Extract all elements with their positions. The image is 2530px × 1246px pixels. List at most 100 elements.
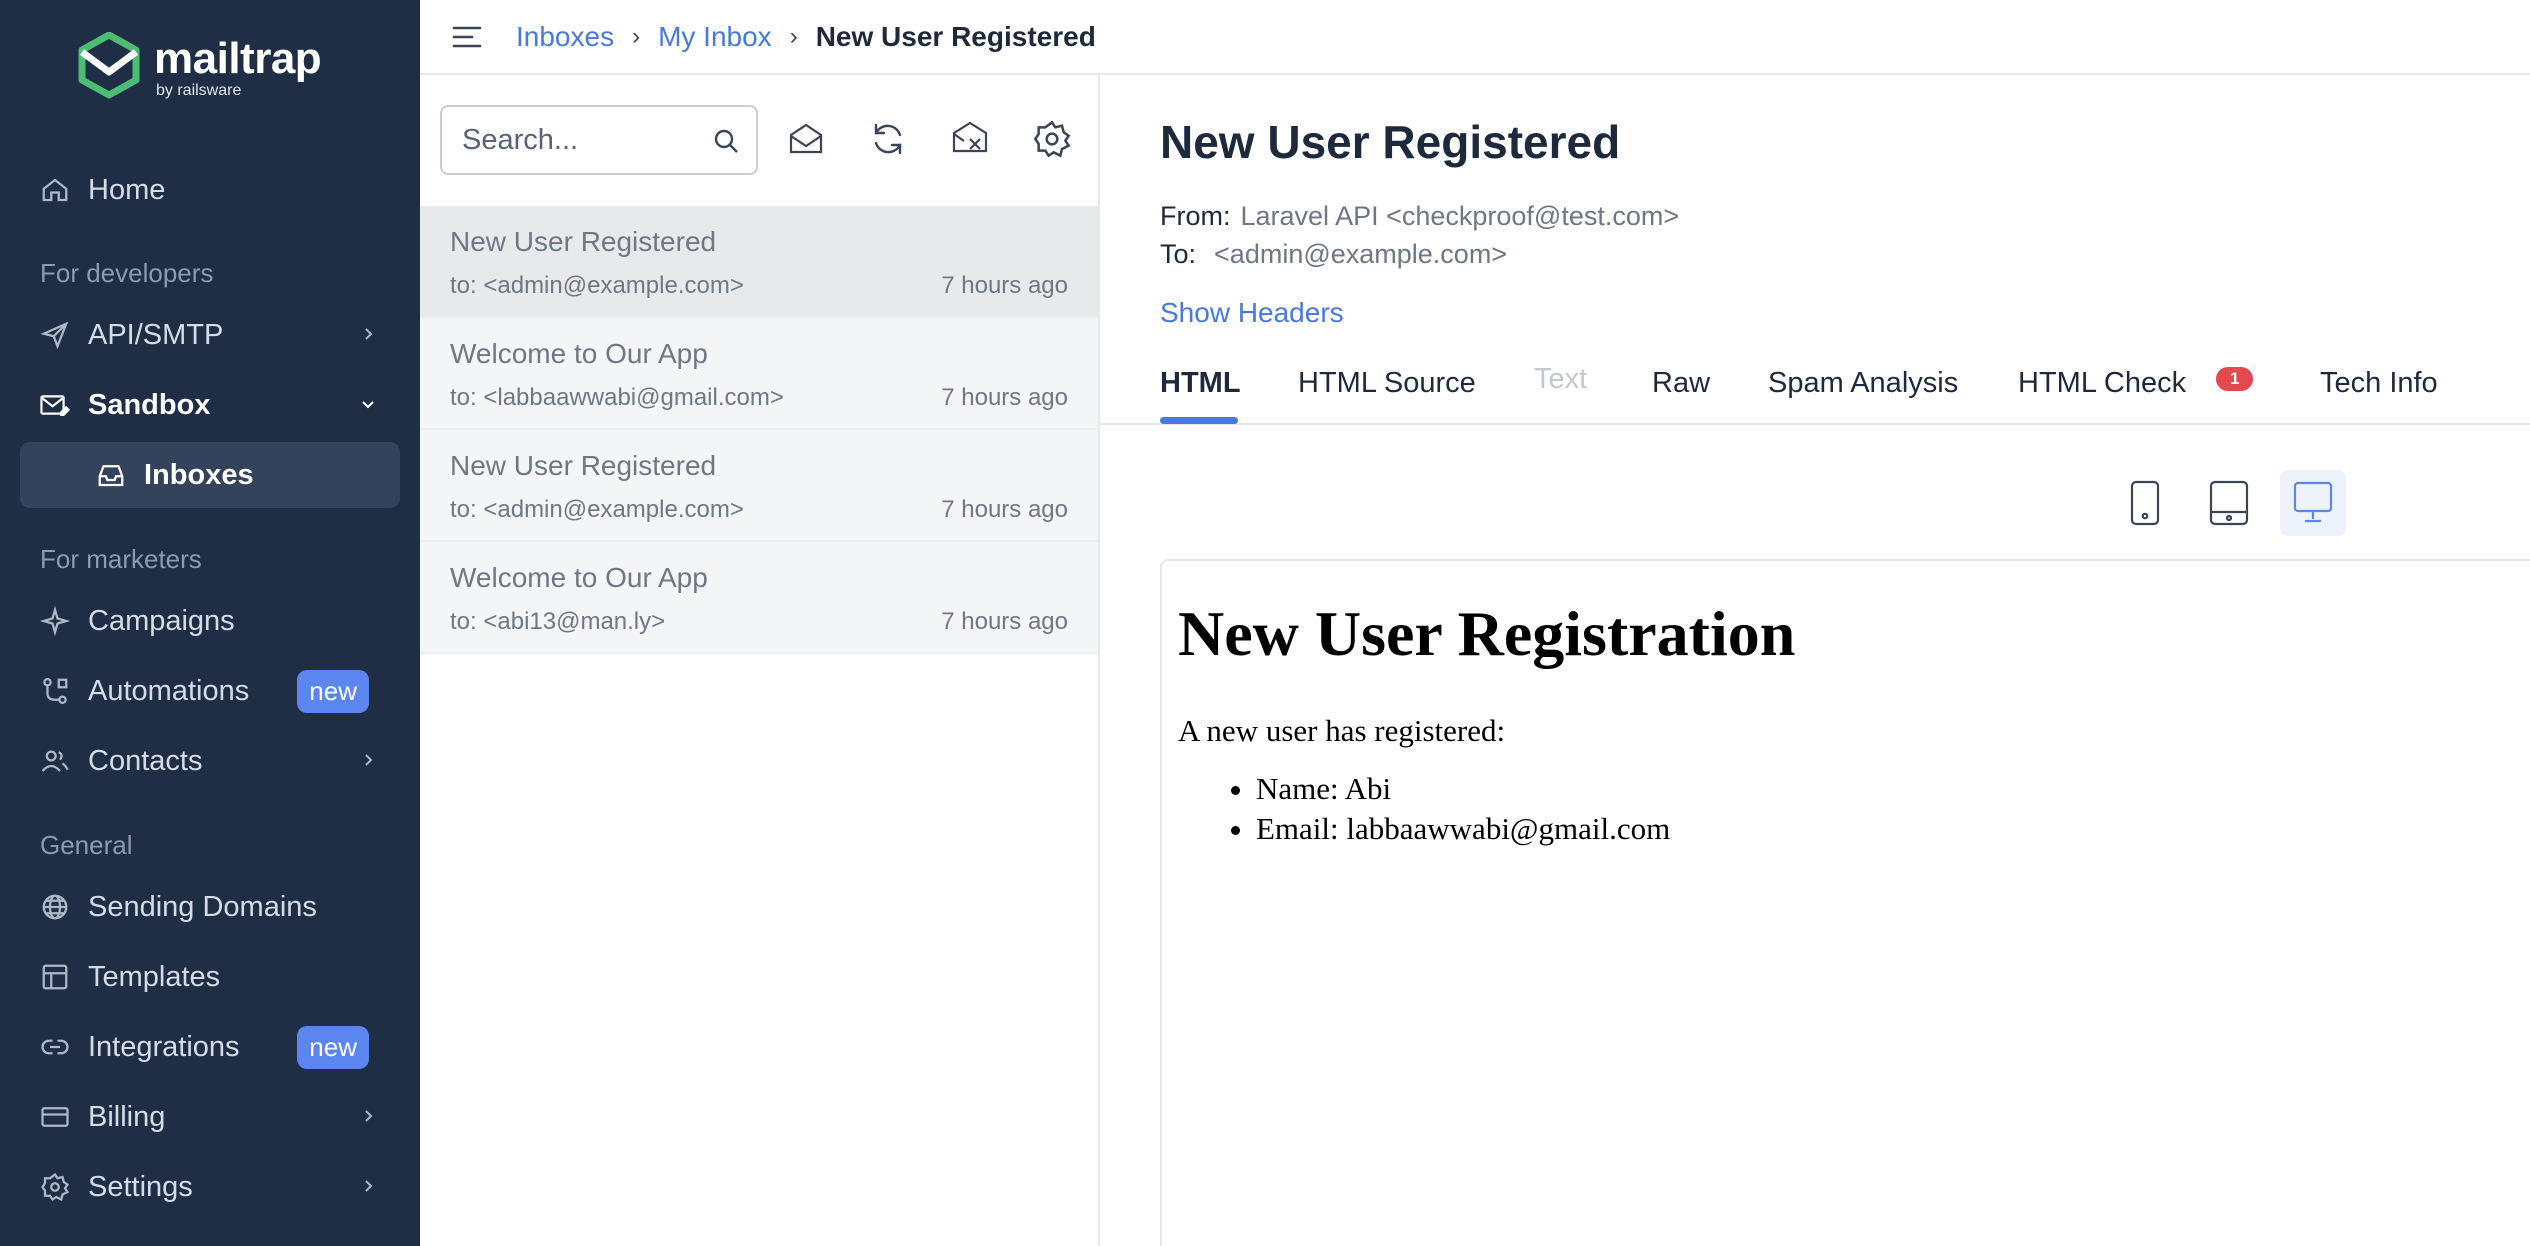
home-icon	[38, 173, 72, 207]
chevron-right-icon	[365, 754, 373, 766]
breadcrumb: Inboxes › My Inbox › New User Registered	[516, 21, 1096, 53]
inbox-icon	[94, 458, 128, 492]
mailtrap-logo-icon	[78, 32, 140, 99]
nav-automations[interactable]: Automations new	[20, 658, 400, 724]
to-label: To:	[1160, 239, 1197, 269]
nav-campaigns[interactable]: Campaigns	[20, 588, 400, 654]
automation-flow-icon	[38, 674, 72, 708]
breadcrumb-separator: ›	[789, 22, 798, 50]
contacts-icon	[38, 744, 72, 778]
chevron-right-icon	[365, 328, 373, 340]
message-subject: New User Registered	[450, 226, 717, 257]
tab-tech-info[interactable]: Tech Info	[2320, 367, 2438, 400]
desktop-preview-button[interactable]	[2280, 470, 2346, 536]
active-tab-indicator	[1160, 417, 1238, 424]
message-item[interactable]: New User Registered to: <admin@example.c…	[420, 430, 1098, 542]
message-recipient: to: <admin@example.com>	[450, 496, 744, 523]
globe-icon	[38, 890, 72, 924]
tab-raw[interactable]: Raw	[1652, 367, 1710, 400]
breadcrumb-current: New User Registered	[815, 20, 1096, 52]
tab-text: Text	[1534, 363, 1588, 395]
tab-spam-analysis[interactable]: Spam Analysis	[1768, 367, 1958, 400]
search-box[interactable]	[440, 105, 758, 175]
message-time: 7 hours ago	[941, 384, 1068, 411]
to-row: To: <admin@example.com>	[1160, 239, 1507, 270]
message-item[interactable]: Welcome to Our App to: <labbaawwabi@gmai…	[420, 318, 1098, 430]
message-title: New User Registered	[1160, 116, 1621, 168]
nav-home[interactable]: Home	[20, 157, 400, 223]
nav-integrations[interactable]: Integrations new	[20, 1014, 400, 1080]
section-for-marketers: For marketers	[40, 544, 202, 574]
breadcrumb-my-inbox[interactable]: My Inbox	[658, 21, 772, 53]
to-value: <admin@example.com>	[1214, 239, 1508, 269]
new-badge: new	[297, 670, 369, 713]
new-badge: new	[297, 1026, 369, 1069]
sparkle-icon	[38, 604, 72, 638]
nav-inboxes[interactable]: Inboxes	[20, 442, 400, 508]
chevron-down-icon	[362, 401, 374, 409]
message-subject: New User Registered	[450, 450, 717, 481]
nav-billing[interactable]: Billing	[20, 1084, 400, 1150]
tablet-icon	[2209, 480, 2249, 526]
message-time: 7 hours ago	[941, 272, 1068, 299]
send-icon	[38, 318, 72, 352]
clear-inbox-icon[interactable]	[950, 119, 990, 159]
from-value: Laravel API <checkproof@test.com>	[1240, 201, 1680, 231]
desktop-monitor-icon	[2293, 481, 2333, 523]
nav-api-smtp-label: API/SMTP	[88, 318, 224, 351]
message-recipient: to: <abi13@man.ly>	[450, 608, 666, 635]
mobile-phone-icon	[2130, 480, 2160, 526]
nav-sending-domains-label: Sending Domains	[88, 890, 317, 923]
message-list-panel: New User Registered to: <admin@example.c…	[420, 75, 1100, 1246]
hamburger-menu-icon[interactable]	[450, 20, 484, 54]
email-address-line: Email: labbaawwabi@gmail.com	[1256, 811, 2530, 847]
nav-billing-label: Billing	[88, 1100, 166, 1133]
nav-sandbox[interactable]: Sandbox	[20, 372, 400, 438]
credit-card-icon	[38, 1100, 72, 1134]
message-item[interactable]: Welcome to Our App to: <abi13@man.ly> 7 …	[420, 542, 1098, 654]
message-recipient: to: <admin@example.com>	[450, 272, 744, 299]
message-item[interactable]: New User Registered to: <admin@example.c…	[420, 206, 1098, 318]
chevron-right-icon	[365, 1110, 373, 1122]
template-icon	[38, 960, 72, 994]
gear-icon	[38, 1170, 72, 1204]
mobile-preview-button[interactable]	[2112, 470, 2178, 536]
nav-contacts[interactable]: Contacts	[20, 728, 400, 794]
message-recipient: to: <labbaawwabi@gmail.com>	[450, 384, 784, 411]
mark-read-envelope-icon[interactable]	[786, 119, 826, 159]
email-preview: New User Registration A new user has reg…	[1160, 559, 2530, 1246]
nav-home-label: Home	[88, 173, 166, 206]
top-bar: Inboxes › My Inbox › New User Registered	[420, 0, 2530, 75]
nav-integrations-label: Integrations	[88, 1030, 240, 1063]
breadcrumb-separator: ›	[632, 22, 641, 50]
gear-icon[interactable]	[1032, 119, 1072, 159]
nav-automations-label: Automations	[88, 674, 250, 707]
link-icon	[38, 1030, 72, 1064]
breadcrumb-inboxes[interactable]: Inboxes	[516, 21, 614, 53]
section-general: General	[40, 830, 133, 860]
from-row: From: Laravel API <checkproof@test.com>	[1160, 201, 1679, 232]
tab-html[interactable]: HTML	[1160, 367, 1241, 400]
html-check-count-badge: 1	[2216, 367, 2254, 391]
nav-templates[interactable]: Templates	[20, 944, 400, 1010]
section-for-developers: For developers	[40, 258, 214, 288]
message-subject: Welcome to Our App	[450, 338, 708, 369]
nav-campaigns-label: Campaigns	[88, 604, 235, 637]
show-headers-link[interactable]: Show Headers	[1160, 297, 1344, 329]
nav-api-smtp[interactable]: API/SMTP	[20, 302, 400, 368]
nav-templates-label: Templates	[88, 960, 221, 993]
tab-html-check[interactable]: HTML Check	[2018, 367, 2186, 400]
refresh-icon[interactable]	[868, 119, 908, 159]
sandbox-mail-icon	[38, 388, 72, 422]
search-input[interactable]	[462, 123, 702, 157]
mailtrap-logo[interactable]: mailtrap by railsware	[78, 32, 322, 104]
message-time: 7 hours ago	[941, 608, 1068, 635]
tablet-preview-button[interactable]	[2196, 470, 2262, 536]
nav-settings[interactable]: Settings	[20, 1154, 400, 1220]
message-tabs: HTML HTML Source Text Raw Spam Analysis …	[1100, 355, 2530, 425]
nav-sending-domains[interactable]: Sending Domains	[20, 874, 400, 940]
nav-inboxes-label: Inboxes	[144, 458, 254, 491]
nav-contacts-label: Contacts	[88, 744, 203, 777]
tab-html-source[interactable]: HTML Source	[1298, 367, 1476, 400]
search-icon[interactable]	[712, 127, 740, 155]
